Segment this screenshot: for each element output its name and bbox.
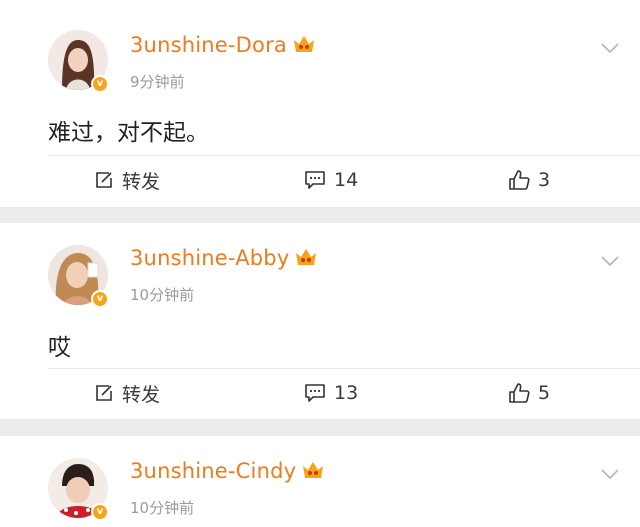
- divider: [48, 368, 640, 369]
- comment-card: v 3unshine-Dora 9分钟前 难过，对不起。 转发 14 3: [0, 0, 640, 207]
- repost-button[interactable]: 转发: [94, 166, 160, 194]
- chevron-down-icon[interactable]: [600, 253, 620, 267]
- comment-card: v 3unshine-Cindy 10分钟前: [0, 436, 640, 527]
- edit-square-icon: [96, 172, 112, 188]
- like-button[interactable]: 3: [508, 166, 550, 194]
- username-text: 3unshine-Abby: [130, 246, 290, 270]
- comment-button[interactable]: 13: [304, 379, 358, 407]
- comment-bubble-icon: [305, 384, 325, 402]
- repost-label: 转发: [122, 170, 161, 193]
- chevron-down-icon[interactable]: [600, 466, 620, 480]
- vip-crown-icon: [294, 246, 318, 268]
- timestamp: 10分钟前: [130, 499, 195, 517]
- comment-card: v 3unshine-Abby 10分钟前 哎 转发 13 5: [0, 223, 640, 419]
- chevron-down-icon[interactable]: [600, 40, 620, 54]
- username[interactable]: 3unshine-Cindy: [130, 459, 325, 483]
- thumbs-up-icon: [509, 170, 530, 190]
- verified-badge-icon: v: [91, 290, 109, 308]
- comment-feed: v 3unshine-Dora 9分钟前 难过，对不起。 转发 14 3 v 3…: [0, 0, 640, 527]
- edit-square-icon: [96, 385, 112, 401]
- thumbs-up-icon: [509, 383, 530, 403]
- username-text: 3unshine-Cindy: [130, 459, 297, 483]
- like-count: 3: [538, 169, 551, 191]
- vip-crown-icon: [292, 33, 316, 55]
- username-text: 3unshine-Dora: [130, 33, 287, 57]
- repost-button[interactable]: 转发: [94, 379, 160, 407]
- comment-button[interactable]: 14: [304, 166, 358, 194]
- comment-count: 14: [334, 169, 359, 191]
- comment-text: 难过，对不起。: [48, 120, 209, 146]
- username[interactable]: 3unshine-Dora: [130, 33, 316, 57]
- username[interactable]: 3unshine-Abby: [130, 246, 318, 270]
- like-count: 5: [538, 382, 551, 404]
- comment-text: 哎: [48, 335, 71, 361]
- timestamp: 9分钟前: [130, 73, 185, 91]
- verified-badge-icon: v: [91, 75, 109, 93]
- like-button[interactable]: 5: [508, 379, 550, 407]
- timestamp: 10分钟前: [130, 286, 195, 304]
- comment-bubble-icon: [305, 171, 325, 189]
- comment-count: 13: [334, 382, 359, 404]
- repost-label: 转发: [122, 383, 161, 406]
- divider: [48, 155, 640, 156]
- verified-badge-icon: v: [91, 503, 109, 521]
- vip-crown-icon: [301, 459, 325, 481]
